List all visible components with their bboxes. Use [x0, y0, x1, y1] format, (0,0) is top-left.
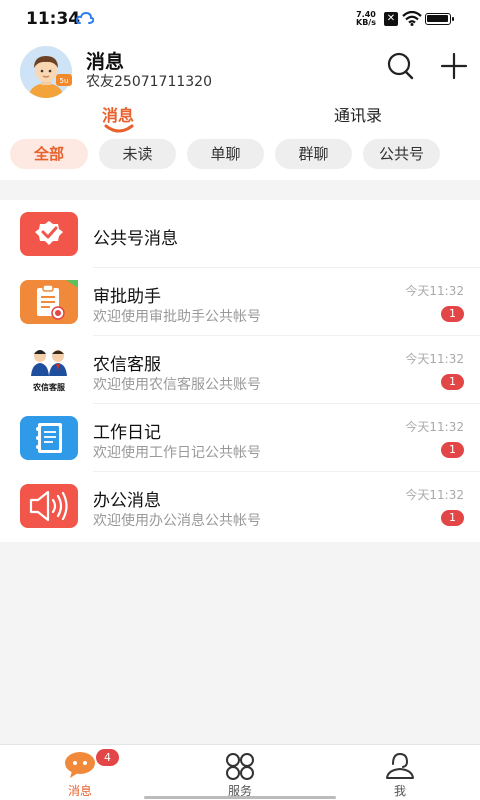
- nav-label: 消息: [67, 784, 92, 798]
- list-item-preview: 欢迎使用农信客服公共账号: [93, 377, 261, 393]
- cloud-sync-icon: [76, 12, 94, 24]
- unread-badge: 1: [441, 442, 464, 458]
- tab-bar: 消息 通讯录: [0, 102, 480, 136]
- status-bar: 11:34 7.40 KB/s ✕: [0, 0, 480, 38]
- list-item-time: 今天11:32: [405, 488, 464, 502]
- wifi-icon: [402, 11, 422, 26]
- nav-unread-badge: 4: [96, 749, 119, 766]
- official-account-icon: [20, 212, 78, 256]
- tab-active-indicator: [104, 124, 134, 133]
- unread-badge: 1: [441, 510, 464, 526]
- filter-chips: 全部 未读 单聊 群聊 公共号: [0, 139, 480, 169]
- tab-messages[interactable]: 消息: [102, 102, 134, 126]
- approval-clipboard-icon: [20, 280, 78, 324]
- filter-official[interactable]: 公共号: [363, 139, 440, 169]
- customer-service-icon-label: 农信客服: [33, 383, 65, 392]
- bottom-nav: 4 消息 服务 我: [0, 744, 480, 800]
- list-item-preview: 欢迎使用办公消息公共帐号: [93, 513, 261, 529]
- list-item-work-diary[interactable]: 工作日记 欢迎使用工作日记公共帐号 今天11:32 1: [0, 404, 480, 472]
- status-time: 11:34: [26, 9, 81, 29]
- filter-unread[interactable]: 未读: [99, 139, 176, 169]
- list-item-title: 办公消息: [93, 491, 161, 511]
- list-item-title: 公共号消息: [93, 229, 178, 249]
- filter-group-chat[interactable]: 群聊: [275, 139, 352, 169]
- notification-x-icon: ✕: [384, 12, 398, 26]
- list-item-time: 今天11:32: [405, 352, 464, 366]
- nav-me[interactable]: 我: [320, 745, 480, 800]
- page-title: 消息: [86, 51, 125, 73]
- list-item-official-accounts[interactable]: 公共号消息: [0, 200, 480, 268]
- tab-contacts[interactable]: 通讯录: [334, 102, 382, 126]
- header: 5u 消息 农友25071711320 消息 通讯录 全部 未读 单聊 群聊 公…: [0, 38, 480, 180]
- conversation-list: 公共号消息 审批助手 欢迎使用审批助手公共帐号 今天11:32 1 农信客服 农…: [0, 200, 480, 542]
- list-item-title: 农信客服: [93, 355, 161, 375]
- plus-icon[interactable]: [440, 52, 468, 80]
- home-indicator: [144, 796, 336, 799]
- user-id: 农友25071711320: [86, 74, 212, 90]
- unread-badge: 1: [441, 306, 464, 322]
- list-item-preview: 欢迎使用工作日记公共帐号: [93, 445, 261, 461]
- list-item-time: 今天11:32: [405, 420, 464, 434]
- nav-messages[interactable]: 4 消息: [0, 745, 160, 800]
- services-grid-icon: [226, 753, 254, 780]
- battery-icon: [425, 13, 454, 25]
- list-item-time: 今天11:32: [405, 284, 464, 298]
- unread-badge: 1: [441, 374, 464, 390]
- list-item-title: 审批助手: [93, 287, 161, 307]
- list-item-title: 工作日记: [93, 423, 161, 443]
- list-item-approval-assistant[interactable]: 审批助手 欢迎使用审批助手公共帐号 今天11:32 1: [0, 268, 480, 336]
- network-speed: 7.40 KB/s: [356, 10, 376, 27]
- filter-single-chat[interactable]: 单聊: [187, 139, 264, 169]
- list-item-customer-service[interactable]: 农信客服 农信客服 欢迎使用农信客服公共账号 今天11:32 1: [0, 336, 480, 404]
- avatar-level-badge-icon: 5u: [56, 74, 72, 86]
- chat-bubble-icon: [65, 752, 95, 778]
- search-icon[interactable]: [386, 52, 414, 80]
- user-avatar-icon: [20, 46, 72, 98]
- filter-all[interactable]: 全部: [10, 139, 88, 169]
- svg-text:5u: 5u: [60, 77, 69, 85]
- notebook-icon: [20, 416, 78, 460]
- list-item-office-messages[interactable]: 办公消息 欢迎使用办公消息公共帐号 今天11:32 1: [0, 472, 480, 540]
- avatar[interactable]: [20, 46, 72, 98]
- list-item-preview: 欢迎使用审批助手公共帐号: [93, 309, 261, 325]
- profile-icon: [386, 752, 414, 779]
- nav-services[interactable]: 服务: [160, 745, 320, 800]
- speaker-icon: [20, 484, 78, 528]
- nav-label: 我: [393, 784, 406, 798]
